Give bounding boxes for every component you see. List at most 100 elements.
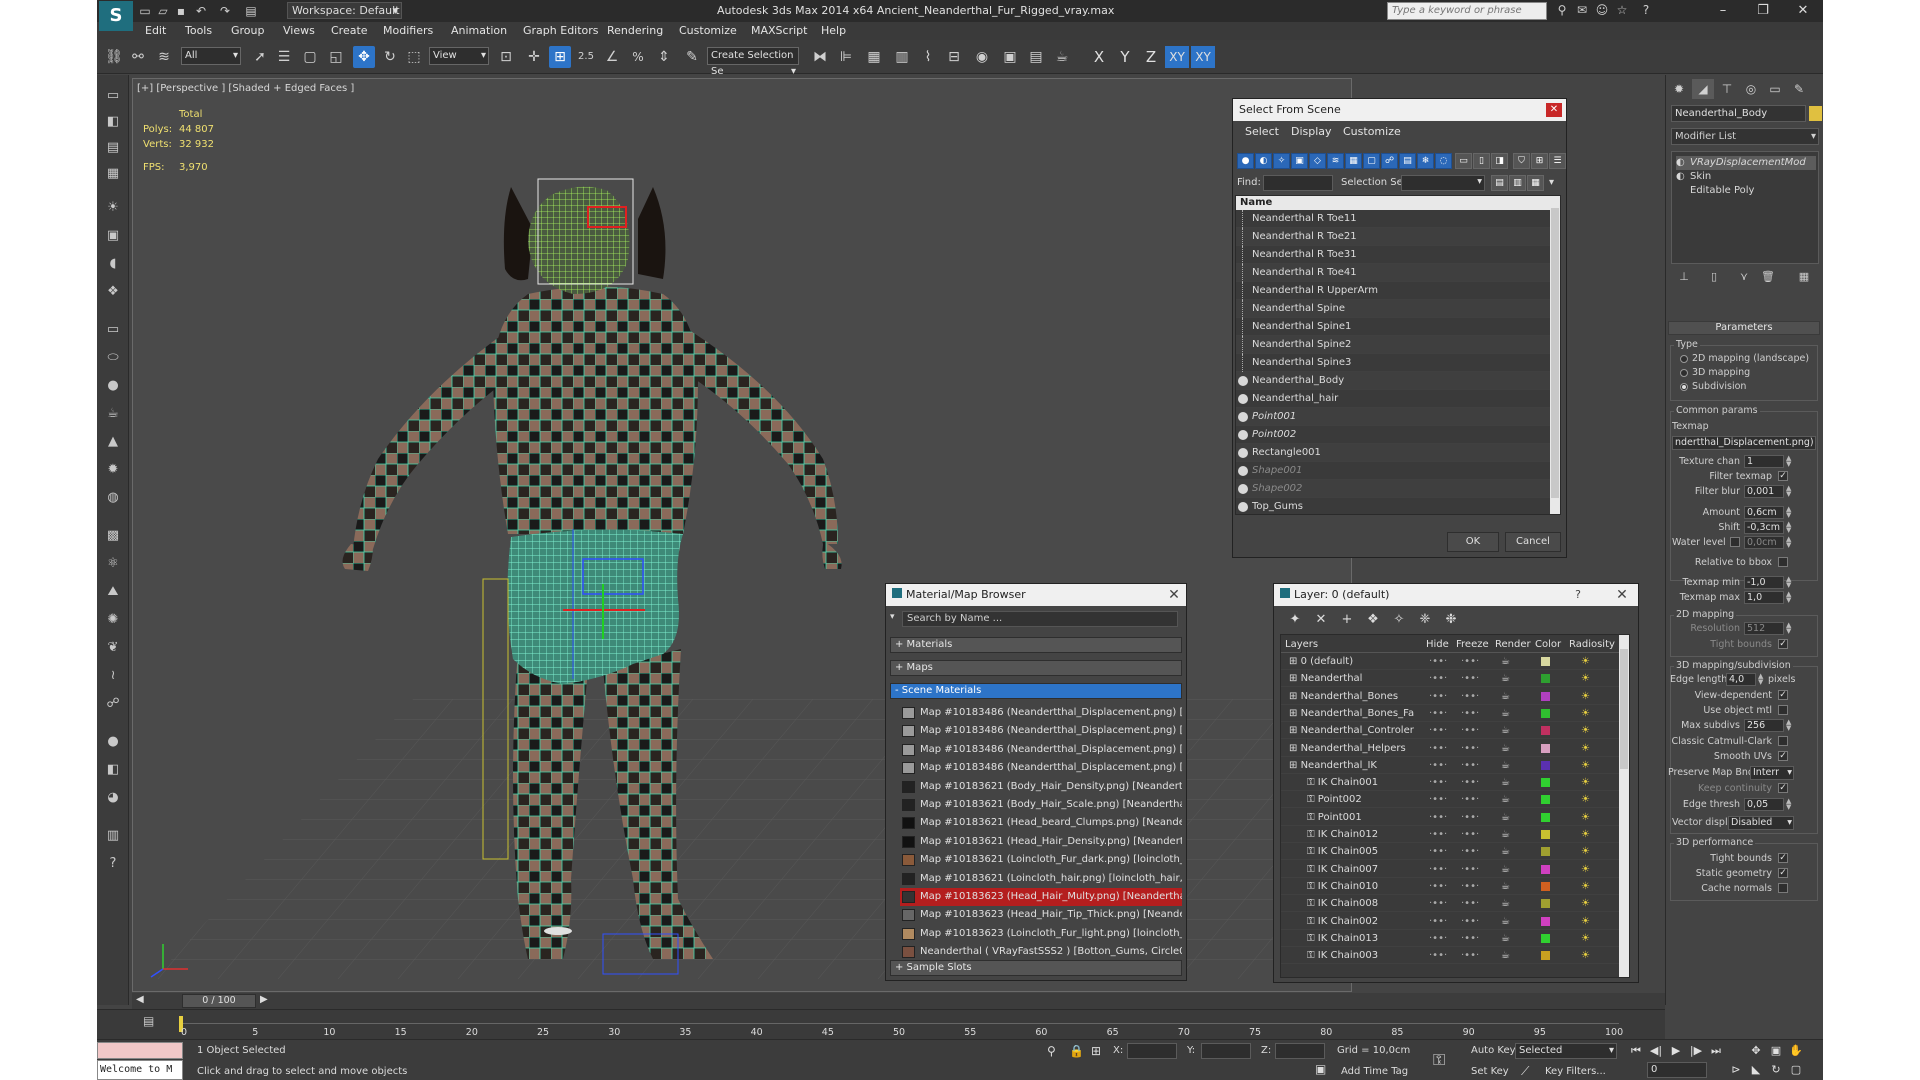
- filter-frozen-icon[interactable]: ❄: [1417, 153, 1434, 169]
- layer-color-swatch[interactable]: [1541, 830, 1550, 839]
- hierarchy-icon[interactable]: ⊞: [1531, 153, 1548, 169]
- axis-x-button[interactable]: X: [1087, 46, 1111, 68]
- layer-color-swatch[interactable]: [1541, 916, 1550, 926]
- preserve-map-dropdown[interactable]: Interr ▾: [1750, 766, 1794, 780]
- freeze-toggle-icon[interactable]: ·••·: [1461, 791, 1479, 808]
- max-subdivs-spinner[interactable]: 256: [1744, 719, 1784, 732]
- viewport-label[interactable]: [+] [Perspective ] [Shaded + Edged Faces…: [137, 83, 354, 94]
- particles-icon[interactable]: ❖: [102, 281, 124, 303]
- keyboard-shortcut-toggle-icon[interactable]: ⊞: [549, 46, 571, 68]
- radiosity-toggle-icon[interactable]: ☀: [1581, 947, 1590, 964]
- render-toggle-icon[interactable]: ☕: [1501, 705, 1510, 722]
- col-hide[interactable]: Hide: [1426, 639, 1449, 650]
- layer-row[interactable]: ⊞ Neanderthal_IK ·••· ·••· ☕ ☀: [1281, 757, 1621, 774]
- pyramid-icon[interactable]: ⛰: [102, 581, 124, 603]
- hedra-icon[interactable]: ✺: [102, 609, 124, 631]
- radiosity-toggle-icon[interactable]: ☀: [1581, 809, 1590, 826]
- materials-group[interactable]: + Materials: [890, 637, 1182, 653]
- freeze-toggle-icon[interactable]: ·••·: [1461, 705, 1479, 722]
- menu-customize[interactable]: Customize: [679, 24, 737, 37]
- maxscript-listener[interactable]: [97, 1042, 183, 1059]
- freeze-toggle-icon[interactable]: ·••·: [1461, 947, 1479, 964]
- new-file-icon[interactable]: ▭: [137, 3, 153, 19]
- smooth-uvs-checkbox[interactable]: ✓: [1778, 751, 1788, 761]
- viewport-layout-icon[interactable]: ▭: [102, 85, 124, 107]
- freeze-toggle-icon[interactable]: ·••·: [1461, 826, 1479, 843]
- freeze-toggle-icon[interactable]: ·••·: [1461, 774, 1479, 791]
- filter-groups-icon[interactable]: ▦: [1345, 153, 1362, 169]
- freeze-toggle-icon[interactable]: ·••·: [1461, 757, 1479, 774]
- configure-sets-icon[interactable]: ▦: [1795, 270, 1813, 288]
- redo-icon[interactable]: ↷: [217, 3, 233, 19]
- radiosity-toggle-icon[interactable]: ☀: [1581, 757, 1590, 774]
- window-crossing-icon[interactable]: ◱: [325, 46, 347, 68]
- rect-selection-icon[interactable]: ▢: [299, 46, 321, 68]
- filter-hidden-icon[interactable]: ◌: [1435, 153, 1452, 169]
- radiosity-toggle-icon[interactable]: ☀: [1581, 930, 1590, 947]
- material-map-item[interactable]: Neanderthal ( VRayFastSSS2 ) [Botton_Gum…: [900, 943, 1182, 961]
- material-map-item[interactable]: Map #10183486 (Neandertthal_Displacement…: [900, 704, 1182, 722]
- col-freeze[interactable]: Freeze: [1456, 639, 1489, 650]
- modifier-list-dropdown[interactable]: Modifier List ▾: [1671, 128, 1819, 145]
- help-icon[interactable]: ?: [1637, 3, 1655, 19]
- layer-row[interactable]: ⚿ IK Chain005 ·••· ·••· ☕ ☀: [1281, 843, 1621, 861]
- sphere-icon[interactable]: ●: [102, 375, 124, 397]
- texmap-button[interactable]: ndertthal_Displacement.png): [1672, 436, 1816, 450]
- menu-maxscript[interactable]: MAXScript: [751, 24, 807, 37]
- stack-item-vraydisplacement[interactable]: ◐ VRayDisplacementMod: [1676, 156, 1816, 170]
- layer-color-swatch[interactable]: [1541, 951, 1550, 961]
- hide-toggle-icon[interactable]: ·••·: [1429, 947, 1447, 964]
- hide-toggle-icon[interactable]: ·••·: [1429, 722, 1447, 739]
- next-key-icon[interactable]: |▶: [1687, 1043, 1705, 1059]
- keep-continuity-checkbox[interactable]: ✓: [1778, 783, 1788, 793]
- scene-materials-group[interactable]: - Scene Materials: [890, 683, 1182, 699]
- filter-containers-icon[interactable]: ▤: [1399, 153, 1416, 169]
- spinner-arrows-icon[interactable]: ▲ ▼: [1786, 576, 1792, 589]
- bones-icon[interactable]: ☍: [102, 693, 124, 715]
- render-toggle-icon[interactable]: ☕: [1501, 826, 1510, 843]
- scene-object-row[interactable]: Neanderthal R Toe11: [1236, 210, 1552, 228]
- material-map-item[interactable]: Map #10183486 (Neandertthal_Displacement…: [900, 722, 1182, 740]
- menu-help[interactable]: Help: [821, 24, 846, 37]
- unlink-icon[interactable]: ⚯: [127, 46, 149, 68]
- star-icon[interactable]: ☆: [1613, 3, 1631, 19]
- layer-row[interactable]: ⚿ IK Chain001 ·••· ·••· ☕ ☀: [1281, 774, 1621, 792]
- x-coord-input[interactable]: [1127, 1043, 1177, 1059]
- spinner-arrows-icon[interactable]: ▲ ▼: [1786, 798, 1792, 811]
- filter-blur-spinner[interactable]: 0,001: [1744, 485, 1784, 498]
- radiosity-toggle-icon[interactable]: ☀: [1581, 895, 1590, 912]
- foliage-icon[interactable]: ❦: [102, 637, 124, 659]
- material-map-item[interactable]: Map #10183623 (Head_Hair_Tip_Thick.png) …: [900, 906, 1182, 924]
- scene-object-row[interactable]: Neanderthal Spine2: [1236, 336, 1552, 354]
- hide-toggle-icon[interactable]: ·••·: [1429, 774, 1447, 791]
- scene-object-row[interactable]: Point001: [1236, 408, 1552, 426]
- selection-set-dropdown[interactable]: ▾: [1401, 175, 1485, 191]
- manipulate-icon[interactable]: ✛: [523, 46, 545, 68]
- light-icon[interactable]: ☀: [102, 197, 124, 219]
- sfs-menu-select[interactable]: Select: [1245, 125, 1279, 138]
- open-mini-curve-editor-icon[interactable]: ▤: [143, 1014, 154, 1028]
- time-slider[interactable]: ◀ 0 / 100 ▶: [132, 993, 1665, 1009]
- angle-snap-icon[interactable]: ∠: [601, 46, 623, 68]
- render-icon[interactable]: ◧: [102, 111, 124, 133]
- close-icon[interactable]: ✕: [1612, 586, 1632, 604]
- layer-row[interactable]: ⚿ IK Chain013 ·••· ·••· ☕ ☀: [1281, 930, 1621, 947]
- ball-icon[interactable]: ●: [102, 731, 124, 753]
- freeze-toggle-icon[interactable]: ·••·: [1461, 930, 1479, 947]
- hide-toggle-icon[interactable]: ·••·: [1429, 913, 1447, 930]
- restore-icon[interactable]: ❐: [1743, 0, 1783, 22]
- menu-animation[interactable]: Animation: [451, 24, 507, 37]
- freeze-toggle-icon[interactable]: ·••·: [1461, 653, 1479, 670]
- open-file-icon[interactable]: ▱: [155, 3, 171, 19]
- menu-group[interactable]: Group: [231, 24, 265, 37]
- layer-row[interactable]: ⊞ Neanderthal ·••· ·••· ☕ ☀: [1281, 670, 1621, 688]
- layer-color-swatch[interactable]: [1541, 899, 1550, 909]
- pan-icon[interactable]: ✋: [1787, 1043, 1805, 1059]
- freeze-toggle-icon[interactable]: ·••·: [1461, 740, 1479, 757]
- sfs-menu-display[interactable]: Display: [1291, 125, 1332, 138]
- filter-shapes-icon[interactable]: ◐: [1255, 153, 1272, 169]
- graphite-tools-icon[interactable]: ▥: [891, 46, 913, 68]
- layer-row[interactable]: ⚿ IK Chain003 ·••· ·••· ☕ ☀: [1281, 947, 1621, 965]
- scene-object-row[interactable]: Neanderthal R Toe41: [1236, 264, 1552, 282]
- project-folder-icon[interactable]: ▤: [243, 3, 259, 19]
